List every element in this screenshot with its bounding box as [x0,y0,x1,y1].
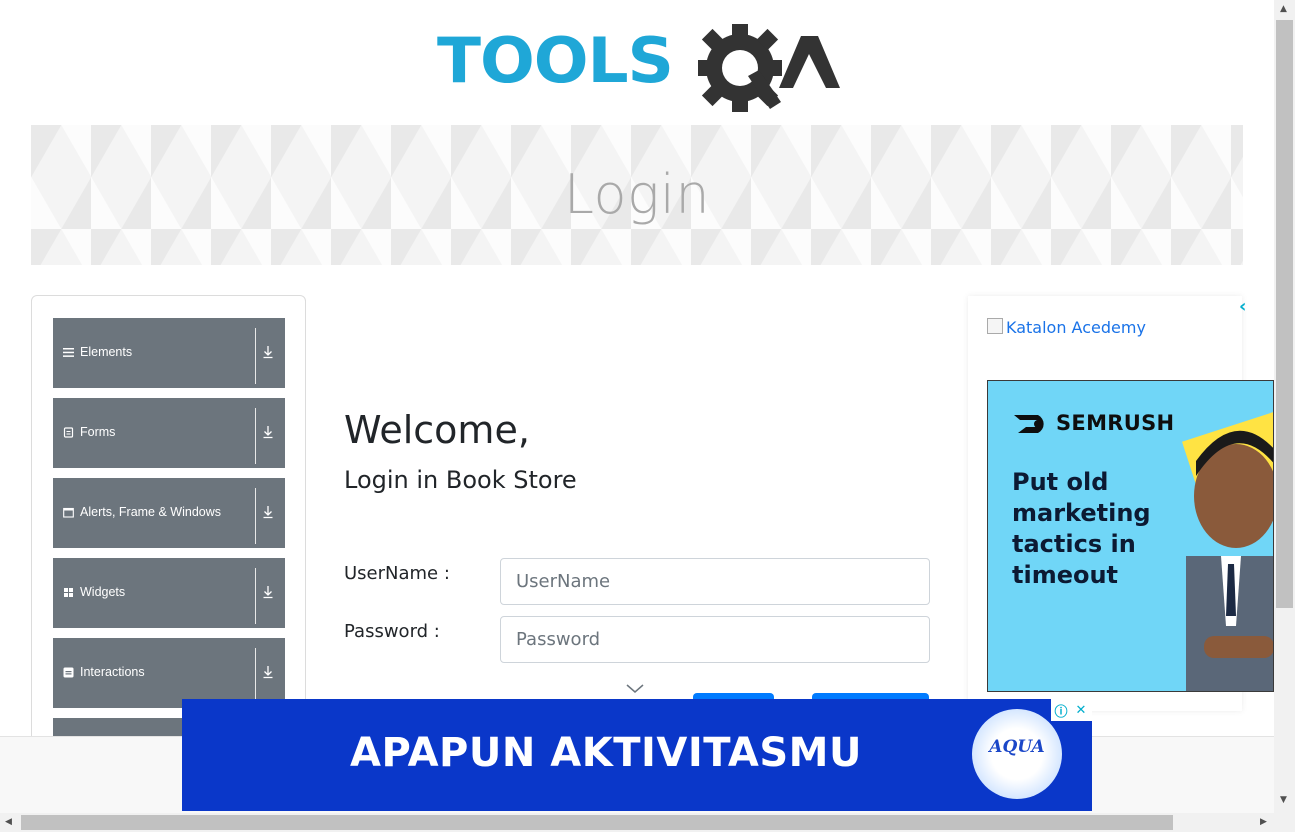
scroll-right-arrow-icon[interactable]: ▶ [1260,817,1267,827]
password-label: Password : [344,621,440,642]
sidebar-group-alerts-frame-windows[interactable]: Alerts, Frame & Windows [53,478,285,548]
sidebar-group-interactions[interactable]: Interactions [53,638,285,708]
username-label: UserName : [344,563,450,584]
ad-bottom-text: APAPUN AKTIVITASMU [350,730,862,776]
sidebar-group-forms[interactable]: Forms [53,398,285,468]
download-arrow-icon [263,586,273,599]
scroll-down-arrow-icon[interactable]: ▼ [1280,795,1287,805]
page-header-banner: Login [31,125,1243,265]
separator [255,408,256,464]
logo-gear-icon [698,24,840,112]
sidebar-group-elements[interactable]: Elements [53,318,285,388]
download-arrow-icon [263,666,273,679]
sidebar-menu: Elements Forms Alerts, Frame & Windows W… [31,295,306,758]
username-input[interactable] [500,558,930,605]
page-title: Login [563,163,711,226]
logo-wordmark: TOOLS [437,24,674,97]
semrush-ad[interactable]: SEMRUSH Put old marketing tactics in tim… [987,380,1274,692]
katalon-ad-image[interactable]: Katalon Acedemy [987,318,1146,337]
sidebar-group-label: Forms [80,425,116,439]
bottom-ad-banner[interactable]: APAPUN AKTIVITASMU AQUA [182,699,1092,811]
login-subheading: Login in Book Store [344,466,577,494]
toolsqa-logo[interactable]: TOOLS [437,20,841,115]
download-arrow-icon [263,506,273,519]
form-icon [63,427,74,438]
aqua-logo: AQUA [972,709,1062,799]
chevron-down-icon[interactable] [626,684,644,694]
hamburger-icon [63,348,74,357]
ad-collapse-icon[interactable]: ‹ [1239,296,1246,317]
scroll-left-arrow-icon[interactable]: ◀ [5,817,12,827]
semrush-flame-icon [1014,415,1044,433]
sidebar-group-label: Elements [80,345,133,359]
ad-person-image [1186,430,1273,691]
horizontal-scrollbar-thumb[interactable] [21,815,1173,830]
password-input[interactable] [500,616,930,663]
interaction-icon [63,667,74,678]
window-icon [63,507,74,518]
sidebar-group-label: Interactions [80,665,145,679]
scroll-up-arrow-icon[interactable]: ▲ [1280,4,1287,14]
vertical-scrollbar-thumb[interactable] [1276,20,1293,608]
ad-info-icon[interactable]: ⓘ [1051,699,1071,721]
ad-close-icon[interactable]: ✕ [1071,699,1091,721]
semrush-brand: SEMRUSH [1056,411,1175,435]
separator [255,568,256,624]
sidebar-group-widgets[interactable]: Widgets [53,558,285,628]
download-arrow-icon [263,346,273,359]
separator [255,648,256,704]
separator [255,488,256,544]
sidebar-group-label: Widgets [80,585,126,599]
ad-headline: Put old marketing tactics in timeout [1012,468,1151,589]
katalon-ad-link[interactable]: Katalon Acedemy [1006,318,1146,337]
semrush-logo: SEMRUSH [1012,411,1174,435]
separator [255,328,256,384]
ad-controls: ⓘ ✕ [1051,699,1092,721]
broken-image-icon [987,318,1003,334]
grid-icon [64,588,73,597]
aqua-badge-text: AQUA [989,737,1045,757]
sidebar-group-label: Alerts, Frame & Windows [80,505,222,519]
welcome-heading: Welcome, [344,408,530,452]
download-arrow-icon [263,426,273,439]
